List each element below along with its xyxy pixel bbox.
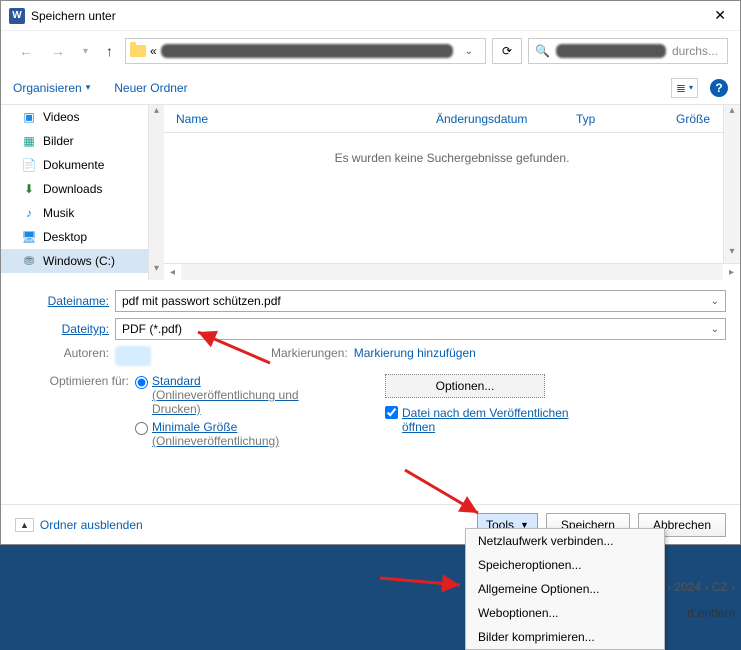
organize-button[interactable]: Organisieren▾	[13, 81, 90, 95]
no-results-text: Es wurden keine Suchergebnisse gefunden.	[164, 133, 740, 263]
author-avatar[interactable]	[115, 346, 151, 366]
optimize-label: Optimieren für:	[15, 374, 135, 452]
redacted-search	[556, 44, 666, 58]
refresh-button[interactable]: ⟳	[492, 38, 522, 64]
desktop-icon: 🖥	[21, 229, 37, 245]
background-partial-text: rt entfern	[687, 606, 735, 620]
tree-item-music[interactable]: ♪Musik	[1, 201, 148, 225]
new-folder-button[interactable]: Neuer Ordner	[114, 81, 187, 95]
open-after-input[interactable]	[385, 406, 398, 419]
background-breadcrumb: › 2024 › CZ ›	[667, 580, 735, 594]
radio-minimal[interactable]: Minimale Größe(Onlineveröffentlichung)	[135, 420, 315, 448]
menu-web-options[interactable]: Weboptionen...	[466, 601, 664, 625]
videos-icon: ▣	[21, 109, 37, 125]
nav-toolbar: ← → ▾ ↑ « ⌄ ⟳ 🔍 durchs...	[1, 31, 740, 71]
open-after-checkbox[interactable]: Datei nach dem Veröffentlichen öffnen	[385, 406, 585, 434]
tools-menu: Netzlaufwerk verbinden... Speicheroption…	[465, 528, 665, 650]
tags-label: Markierungen:	[271, 346, 354, 366]
close-button[interactable]: ✕	[708, 7, 732, 24]
addr-chevron-icon[interactable]: ⌄	[457, 46, 481, 57]
folder-icon	[130, 45, 146, 57]
addr-truncation: «	[150, 44, 157, 58]
chevron-down-icon[interactable]: ⌄	[711, 324, 719, 335]
redacted-path	[161, 44, 453, 58]
radio-minimal-input[interactable]	[135, 422, 148, 435]
hide-folders-button[interactable]: Ordner ausblenden	[15, 518, 143, 532]
col-modified[interactable]: Änderungsdatum	[424, 112, 564, 126]
authors-label: Autoren:	[15, 346, 115, 366]
drive-icon: ⛃	[21, 253, 37, 269]
search-box[interactable]: 🔍 durchs...	[528, 38, 728, 64]
save-form: Dateiname: pdf mit passwort schützen.pdf…	[1, 280, 740, 462]
pictures-icon: ▦	[21, 133, 37, 149]
col-size[interactable]: Größe	[664, 112, 724, 126]
tree-item-videos[interactable]: ▣Videos	[1, 105, 148, 129]
col-type[interactable]: Typ	[564, 112, 664, 126]
tree-item-downloads[interactable]: ⬇Downloads	[1, 177, 148, 201]
filename-input[interactable]: pdf mit passwort schützen.pdf ⌄	[115, 290, 726, 312]
folder-tree: ▣Videos ▦Bilder 📄Dokumente ⬇Downloads ♪M…	[1, 105, 149, 280]
annotation-arrow-3	[378, 568, 468, 591]
options-button[interactable]: Optionen...	[385, 374, 545, 398]
menu-general-options[interactable]: Allgemeine Optionen...	[466, 577, 664, 601]
tree-item-documents[interactable]: 📄Dokumente	[1, 153, 148, 177]
filename-label: Dateiname:	[15, 294, 115, 308]
address-bar[interactable]: « ⌄	[125, 38, 486, 64]
v-scrollbar[interactable]: ▴▾	[723, 105, 740, 263]
window-title: Speichern unter	[31, 9, 708, 23]
toolbar: Organisieren▾ Neuer Ordner ≣▾ ?	[1, 71, 740, 105]
col-name[interactable]: Name	[164, 112, 424, 126]
column-headers: Name Änderungsdatum Typ Größe	[164, 105, 740, 133]
search-placeholder: durchs...	[672, 44, 718, 58]
tree-item-pictures[interactable]: ▦Bilder	[1, 129, 148, 153]
tree-item-drive-c[interactable]: ⛃Windows (C:)	[1, 249, 148, 273]
menu-save-options[interactable]: Speicheroptionen...	[466, 553, 664, 577]
file-list-pane: Name Änderungsdatum Typ Größe Es wurden …	[164, 105, 740, 280]
radio-standard[interactable]: Standard(Onlineveröffentlichung und Druc…	[135, 374, 315, 416]
downloads-icon: ⬇	[21, 181, 37, 197]
view-options-button[interactable]: ≣▾	[671, 78, 698, 98]
chevron-down-icon[interactable]: ⌄	[711, 296, 719, 307]
search-icon: 🔍	[535, 44, 550, 58]
tree-scrollbar[interactable]: ▴▾	[149, 105, 164, 280]
menu-compress-images[interactable]: Bilder komprimieren...	[466, 625, 664, 649]
word-app-icon: W	[9, 8, 25, 24]
help-button[interactable]: ?	[710, 79, 728, 97]
add-tag-link[interactable]: Markierung hinzufügen	[354, 346, 476, 366]
titlebar: W Speichern unter ✕	[1, 1, 740, 31]
radio-standard-input[interactable]	[135, 376, 148, 389]
save-as-dialog: W Speichern unter ✕ ← → ▾ ↑ « ⌄ ⟳ 🔍 durc…	[0, 0, 741, 545]
nav-forward-button[interactable]: →	[45, 39, 71, 63]
nav-up-button[interactable]: ↑	[100, 39, 119, 63]
h-scrollbar[interactable]: ◂▸	[164, 263, 740, 280]
filetype-label: Dateityp:	[15, 322, 115, 336]
filetype-select[interactable]: PDF (*.pdf) ⌄	[115, 318, 726, 340]
tree-item-desktop[interactable]: 🖥Desktop	[1, 225, 148, 249]
nav-back-button[interactable]: ←	[13, 39, 39, 63]
documents-icon: 📄	[21, 157, 37, 173]
menu-map-network[interactable]: Netzlaufwerk verbinden...	[466, 529, 664, 553]
music-icon: ♪	[21, 205, 37, 221]
nav-recent-chevron[interactable]: ▾	[77, 42, 94, 61]
